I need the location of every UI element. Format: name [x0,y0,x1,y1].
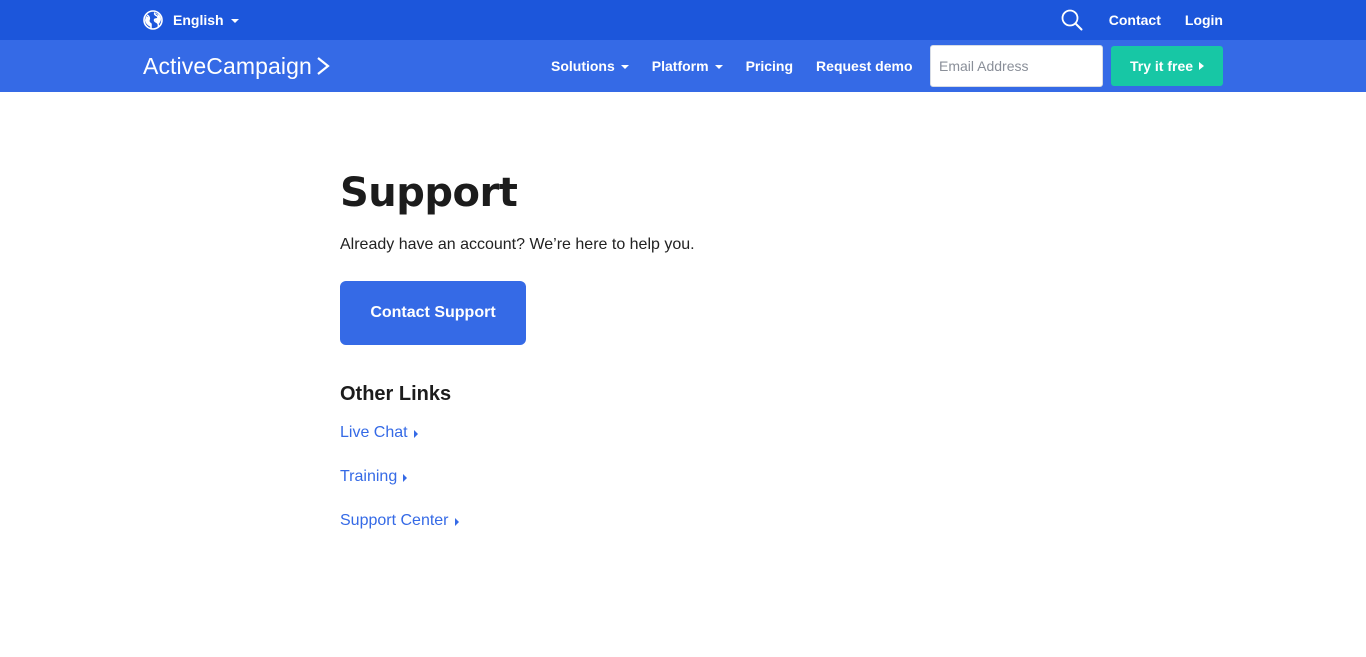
try-it-free-label: Try it free [1129,58,1194,74]
nav-pricing[interactable]: Pricing [746,58,793,74]
page-title: Support [340,170,518,216]
chevron-right-icon [317,57,330,75]
caret-right-icon [1199,62,1205,70]
support-center-link[interactable]: Support Center [340,510,1040,532]
training-link[interactable]: Training [340,466,1040,488]
chevron-down-icon [620,65,629,69]
nav-platform-label: Platform [651,58,709,74]
main-navbar: ActiveCampaign Solutions Platform Pricin… [0,40,1366,92]
live-chat-label: Live Chat [340,424,408,441]
nav-request-demo[interactable]: Request demo [816,58,912,74]
caret-right-icon [413,429,418,438]
contact-support-label: Contact Support [370,304,496,321]
nav-pricing-label: Pricing [745,58,794,74]
chevron-down-icon [714,65,723,69]
support-content: Support Already have an account? We’re h… [340,170,1040,532]
email-address-input[interactable] [930,45,1103,87]
login-link[interactable]: Login [1185,12,1223,28]
language-selector[interactable]: English [143,10,239,30]
nav-solutions[interactable]: Solutions [551,58,629,74]
try-it-free-button[interactable]: Try it free [1111,46,1223,86]
activecampaign-logo[interactable]: ActiveCampaign [143,51,330,81]
other-links-list: Live Chat Training Support Center [340,422,1040,532]
nav-platform[interactable]: Platform [652,58,723,74]
live-chat-link[interactable]: Live Chat [340,422,1040,444]
top-utility-bar: English Contact Login [0,0,1366,40]
support-center-label: Support Center [340,512,449,529]
other-links-heading: Other Links [340,383,452,405]
top-right-links: Contact Login [1061,0,1223,40]
contact-link[interactable]: Contact [1109,12,1161,28]
nav-request-demo-label: Request demo [816,58,913,74]
contact-support-button[interactable]: Contact Support [340,281,526,345]
globe-icon [143,10,163,30]
nav-solutions-label: Solutions [551,58,615,74]
caret-right-icon [454,517,459,526]
nav-items: Solutions Platform Pricing Request demo [551,40,913,92]
chevron-down-icon [230,19,239,23]
caret-right-icon [403,473,408,482]
logo-text: ActiveCampaign [143,52,312,79]
language-label: English [173,12,224,28]
training-label: Training [340,468,398,485]
search-icon[interactable] [1061,9,1083,31]
page-subtitle: Already have an account? We’re here to h… [340,236,695,253]
